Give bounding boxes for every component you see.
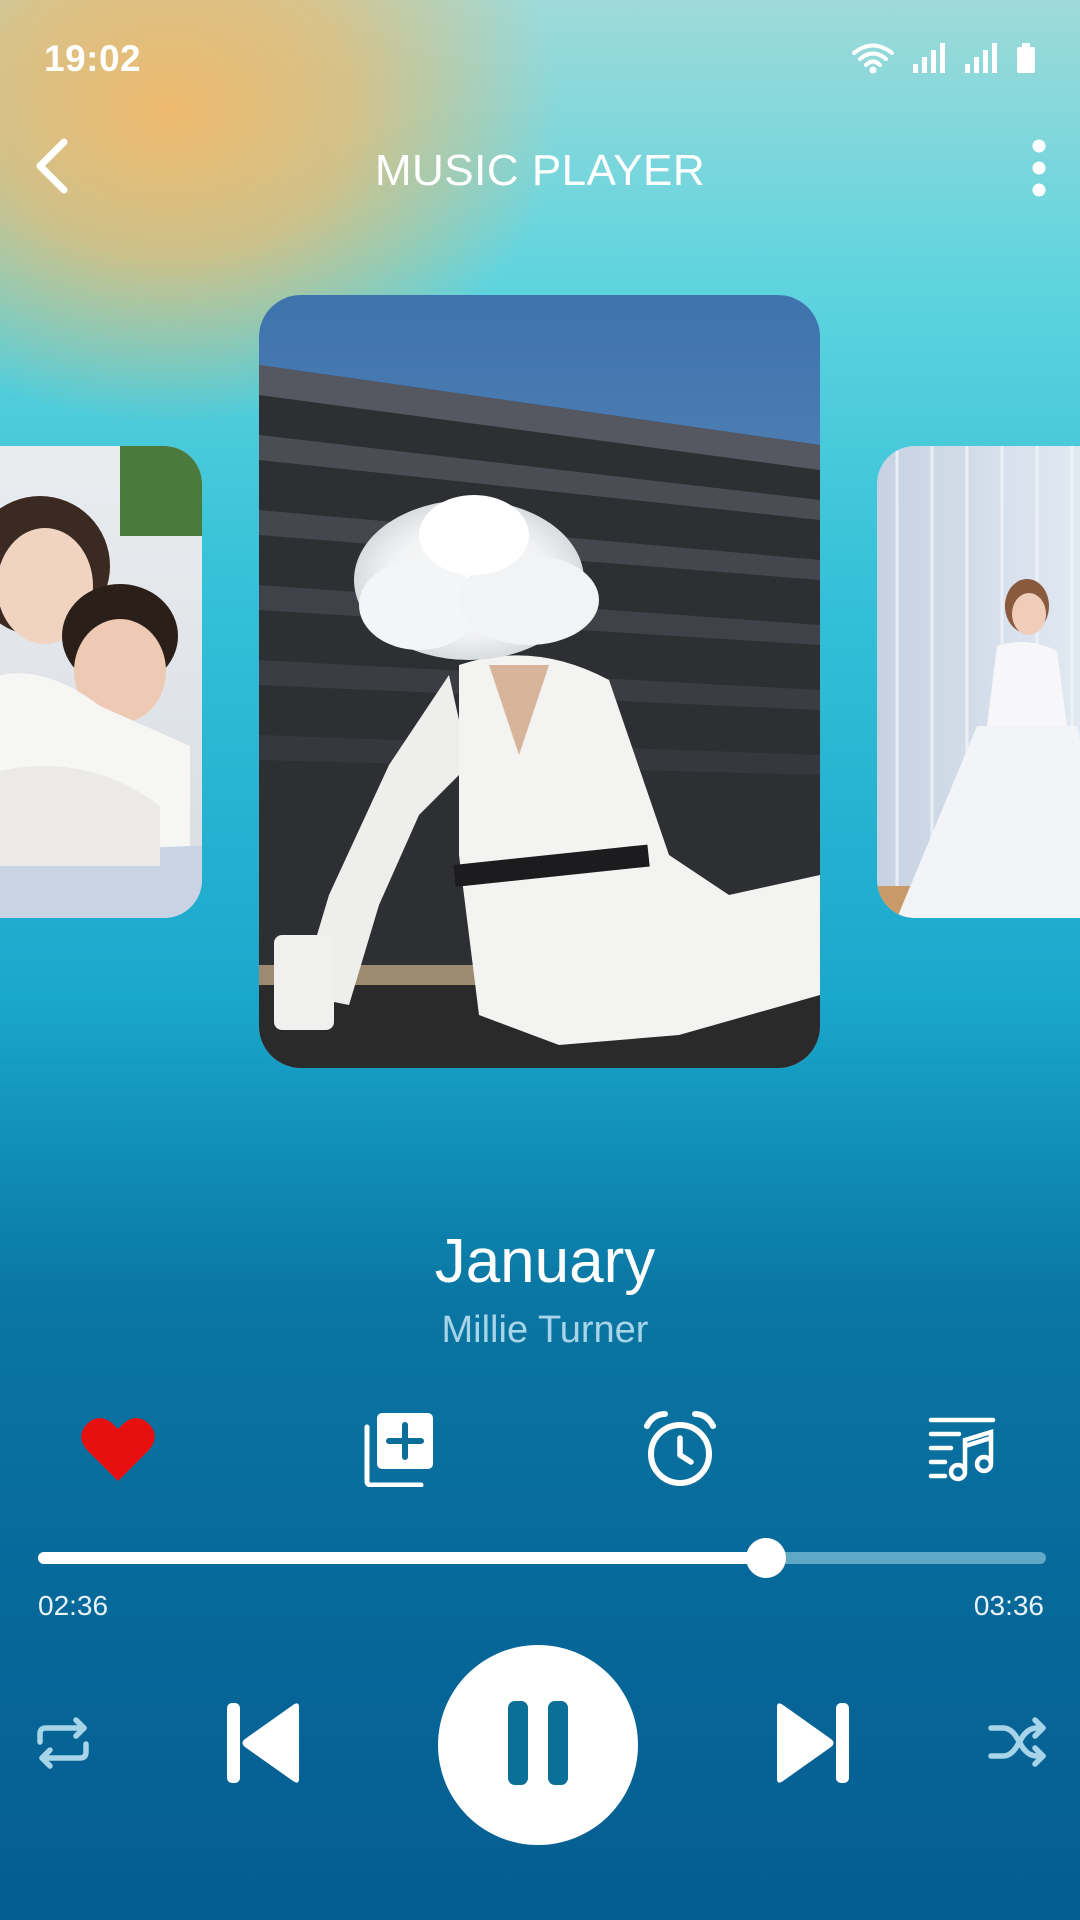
alarm-clock-icon <box>641 1410 719 1493</box>
shuffle-icon <box>987 1714 1049 1775</box>
status-icons <box>852 42 1036 79</box>
status-time: 19:02 <box>44 38 142 79</box>
skip-next-icon <box>775 1701 851 1790</box>
track-artist: Millie Turner <box>441 1309 649 1351</box>
seek-bar-progress <box>38 1552 766 1564</box>
pause-icon <box>508 1700 568 1790</box>
elapsed-time: 02:36 <box>38 1590 109 1621</box>
previous-button[interactable] <box>222 1700 304 1790</box>
signal-icon <box>912 42 946 79</box>
music-list-icon <box>927 1416 997 1487</box>
previous-album-art[interactable] <box>0 446 202 918</box>
favorite-button[interactable] <box>77 1410 159 1492</box>
repeat-icon <box>34 1716 92 1775</box>
seek-bar-thumb[interactable] <box>745 1538 786 1578</box>
heart-icon <box>80 1415 156 1488</box>
queue-button[interactable] <box>921 1410 1003 1492</box>
track-title: January <box>434 1227 656 1296</box>
page-title: MUSIC PLAYER <box>374 146 706 195</box>
add-to-playlist-button[interactable] <box>358 1410 440 1492</box>
signal-icon <box>964 42 998 79</box>
seek-bar[interactable] <box>38 1538 1046 1578</box>
repeat-button[interactable] <box>28 1712 98 1778</box>
shuffle-button[interactable] <box>982 1710 1054 1778</box>
current-album-art[interactable] <box>259 295 820 1068</box>
playlist-add-icon <box>361 1411 437 1492</box>
battery-icon <box>1016 42 1036 79</box>
total-time: 03:36 <box>973 1590 1044 1621</box>
next-button[interactable] <box>772 1700 854 1790</box>
next-album-art[interactable] <box>877 446 1080 918</box>
sleep-timer-button[interactable] <box>639 1410 721 1492</box>
music-player-screen: 19:02 MUSIC PLAYER January Millie Turner… <box>0 0 1080 1920</box>
skip-previous-icon <box>225 1701 301 1790</box>
more-options-button[interactable] <box>1018 138 1060 202</box>
wifi-icon <box>852 42 894 79</box>
more-vertical-icon <box>1031 139 1047 202</box>
play-pause-button[interactable] <box>438 1645 638 1845</box>
